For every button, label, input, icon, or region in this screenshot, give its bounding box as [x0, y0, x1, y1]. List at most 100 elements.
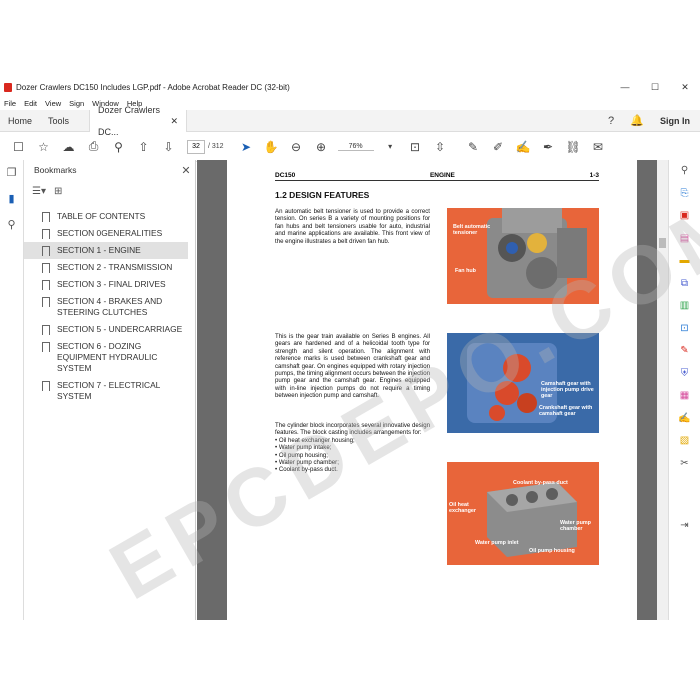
attachments-icon[interactable]: ⚲: [0, 212, 23, 238]
bookmark-item[interactable]: SECTION 2 - TRANSMISSION: [24, 259, 195, 276]
search-icon[interactable]: ⚲: [106, 140, 131, 154]
feature-item: • Oil pump housing;: [275, 451, 328, 459]
bookmark-icon: [42, 229, 50, 239]
hand-tool-icon[interactable]: ✋: [259, 140, 284, 154]
scrollbar-thumb[interactable]: [659, 238, 666, 248]
help-icon[interactable]: ?: [598, 115, 624, 127]
bookmark-label: TABLE OF CONTENTS: [57, 211, 146, 221]
redact-icon[interactable]: ▦: [669, 385, 700, 408]
bookmark-item[interactable]: SECTION 6 - DOZING EQUIPMENT HYDRAULIC S…: [24, 338, 195, 377]
highlight-icon[interactable]: ✐: [486, 140, 511, 154]
create-icon[interactable]: ☐: [6, 140, 31, 154]
menu-sign[interactable]: Sign: [69, 99, 84, 108]
label-coolant-bypass: Coolant by-pass duct: [513, 480, 568, 486]
bookmark-item[interactable]: SECTION 3 - FINAL DRIVES: [24, 276, 195, 293]
tab-document-label: Dozer Crawlers DC...: [98, 104, 161, 137]
send-signature-icon[interactable]: ✍: [669, 408, 700, 431]
more-tools-icon[interactable]: ✂: [669, 453, 700, 476]
tab-tools[interactable]: Tools: [40, 110, 77, 132]
scroll-mode-icon[interactable]: ⇳: [428, 140, 453, 154]
menu-edit[interactable]: Edit: [24, 99, 37, 108]
create-pdf-icon[interactable]: ▣: [669, 205, 700, 228]
tab-home[interactable]: Home: [0, 110, 40, 132]
zoom-level-select[interactable]: 76%: [337, 143, 374, 151]
close-window-button[interactable]: ✕: [670, 82, 700, 93]
bookmark-label: SECTION 4 - BRAKES AND STEERING CLUTCHES: [57, 296, 163, 317]
upload-cloud-icon[interactable]: ☁: [56, 140, 81, 154]
section-heading: 1.2 DESIGN FEATURES: [275, 190, 370, 200]
paragraph-cylinder-block: The cylinder block incorporates several …: [275, 422, 430, 474]
left-nav-rail: ❐ ▮ ⚲: [0, 160, 24, 620]
bookmarks-panel: Bookmarks ✕ ☰▾ ⊞ TABLE OF CONTENTS SECTIO…: [24, 160, 196, 620]
engine-front-illustration: [487, 208, 587, 298]
bookmark-item[interactable]: SECTION 4 - BRAKES AND STEERING CLUTCHES: [24, 293, 195, 321]
search-tool-icon[interactable]: ⚲: [669, 160, 700, 183]
export-pdf-icon[interactable]: ⎘: [669, 183, 700, 206]
comment-tool-icon[interactable]: ▬: [669, 250, 700, 273]
print-icon[interactable]: ⎙: [81, 139, 106, 154]
document-viewer[interactable]: DC150 ENGINE 1-3 1.2 DESIGN FEATURES An …: [197, 160, 657, 620]
label-fan-hub: Fan hub: [455, 268, 476, 274]
menu-file[interactable]: File: [4, 99, 16, 108]
close-tab-icon[interactable]: ✕: [170, 110, 178, 132]
paragraph-gear-train: This is the gear train available on Seri…: [275, 333, 430, 400]
window-title: Dozer Crawlers DC150 Includes LGP.pdf - …: [16, 82, 290, 92]
bookmark-icon: [42, 381, 50, 391]
protect-icon[interactable]: ⛨: [669, 363, 700, 386]
select-cursor-icon[interactable]: ➤: [234, 140, 259, 154]
sign-in-button[interactable]: Sign In: [650, 116, 700, 126]
minimize-button[interactable]: —: [610, 82, 640, 92]
label-belt-tensioner: Belt automatic tensioner: [453, 224, 491, 236]
collapse-pane-icon[interactable]: ⇥: [669, 515, 700, 538]
share-link-icon[interactable]: ⛓: [561, 140, 586, 154]
acrobat-icon: [4, 82, 12, 92]
bookmark-icon: [42, 325, 50, 335]
zoom-in-icon[interactable]: ⊕: [309, 140, 334, 154]
combine-files-icon[interactable]: ⧉: [669, 273, 700, 296]
bookmark-icon: [42, 280, 50, 290]
vertical-scrollbar[interactable]: [657, 160, 668, 620]
page-number-input[interactable]: 32: [187, 139, 205, 154]
sign-icon[interactable]: ✒: [536, 140, 561, 154]
bookmark-icon: [42, 246, 50, 256]
bookmark-item[interactable]: SECTION 7 - ELECTRICAL SYSTEM: [24, 377, 195, 405]
comment-icon[interactable]: ✎: [461, 140, 486, 154]
bookmark-options-icon[interactable]: ☰▾: [32, 186, 46, 197]
add-bookmark-icon[interactable]: ⊞: [54, 186, 62, 197]
bookmark-icon: [42, 263, 50, 273]
stamp-icon[interactable]: ▧: [669, 430, 700, 453]
header-model: DC150: [275, 172, 296, 179]
bookmarks-panel-icon[interactable]: ▮: [0, 186, 23, 212]
edit-pdf-icon[interactable]: ▤: [669, 228, 700, 251]
page-thumbnails-icon[interactable]: ❐: [0, 160, 23, 186]
close-panel-icon[interactable]: ✕: [177, 164, 195, 177]
draw-icon[interactable]: ✍: [511, 140, 536, 154]
zoom-out-icon[interactable]: ⊖: [284, 140, 309, 154]
previous-page-icon[interactable]: ⇧: [131, 140, 156, 154]
bookmark-item[interactable]: SECTION 1 - ENGINE: [24, 242, 188, 259]
organize-pages-icon[interactable]: ▥: [669, 295, 700, 318]
gear-train-photo: Camshaft gear with injection pump drive …: [447, 333, 599, 433]
next-page-icon[interactable]: ⇩: [156, 140, 181, 154]
page-header: DC150 ENGINE 1-3: [275, 172, 599, 181]
menu-view[interactable]: View: [45, 99, 61, 108]
bookmark-label: SECTION 7 - ELECTRICAL SYSTEM: [57, 380, 161, 401]
tab-document[interactable]: Dozer Crawlers DC... ✕: [89, 105, 188, 137]
label-camshaft-gear: Camshaft gear with injection pump drive …: [541, 381, 594, 399]
zoom-dropdown-icon[interactable]: ▾: [378, 142, 403, 151]
scan-ocr-icon[interactable]: ⊡: [669, 318, 700, 341]
label-water-pump-chamber: Water pump chamber: [560, 520, 591, 532]
bookmark-label: SECTION 3 - FINAL DRIVES: [57, 279, 166, 289]
bookmark-item[interactable]: TABLE OF CONTENTS: [24, 208, 195, 225]
pdf-page: DC150 ENGINE 1-3 1.2 DESIGN FEATURES An …: [227, 160, 637, 620]
fill-sign-icon[interactable]: ✎: [669, 340, 700, 363]
email-icon[interactable]: ✉: [586, 140, 611, 154]
bookmark-item[interactable]: SECTION 0GENERALITIES: [24, 225, 195, 242]
bell-icon[interactable]: 🔔: [624, 114, 650, 127]
label-water-pump-inlet: Water pump inlet: [475, 540, 519, 546]
bookmark-item[interactable]: SECTION 5 - UNDERCARRIAGE: [24, 321, 195, 338]
bookmark-star-icon[interactable]: ☆: [31, 140, 56, 154]
maximize-button[interactable]: ☐: [640, 82, 670, 93]
fit-page-icon[interactable]: ⊡: [403, 140, 428, 154]
bookmark-label: SECTION 0GENERALITIES: [57, 228, 163, 238]
